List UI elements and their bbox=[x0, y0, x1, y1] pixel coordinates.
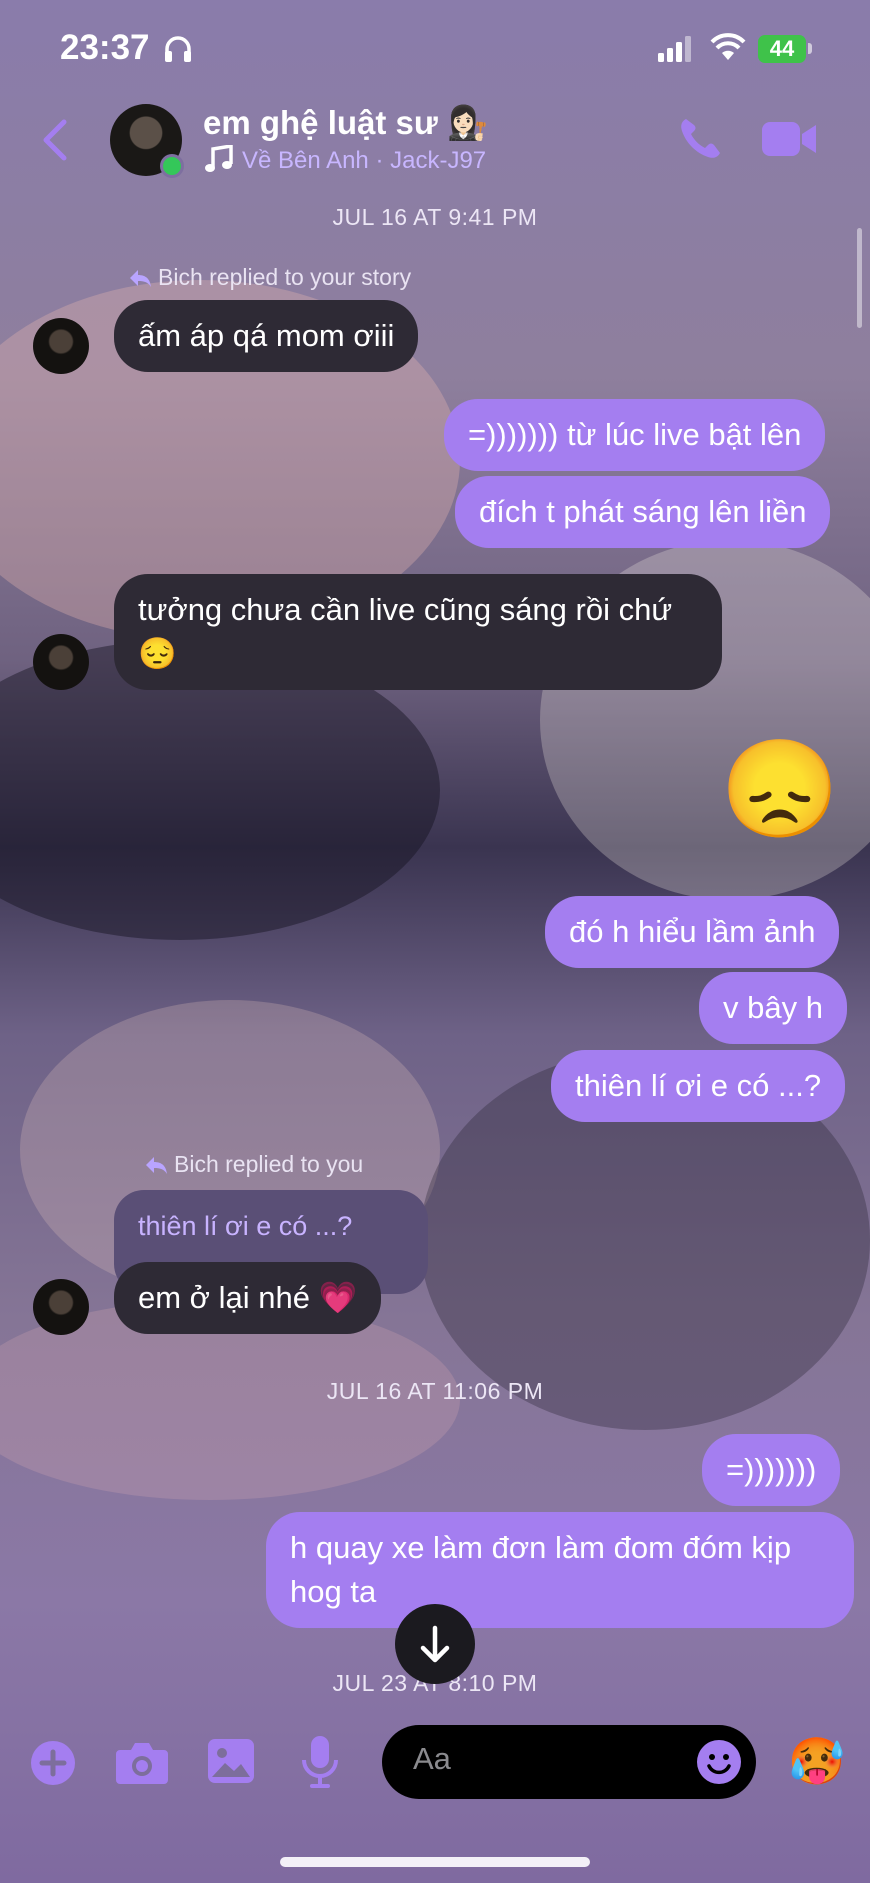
incoming-message[interactable]: em ở lại nhé 💗 bbox=[114, 1262, 382, 1334]
outgoing-message[interactable]: =))))))) bbox=[702, 1434, 841, 1506]
plus-icon[interactable] bbox=[30, 1740, 76, 1786]
message-line: 😔 bbox=[138, 636, 177, 671]
message-line: h quay xe làm đơn làm đom đóm kịp bbox=[290, 1530, 792, 1565]
quick-reaction-button[interactable]: 🥵 bbox=[788, 1735, 845, 1787]
outgoing-message[interactable]: =))))))) từ lúc live bật lên bbox=[444, 399, 826, 471]
contact-avatar-small[interactable] bbox=[33, 634, 89, 690]
message-input-placeholder: Aa bbox=[413, 1741, 451, 1776]
home-indicator bbox=[280, 1857, 590, 1867]
reply-arrow-icon bbox=[130, 270, 151, 287]
message-line: hog ta bbox=[290, 1574, 377, 1609]
arrow-down-icon bbox=[420, 1625, 450, 1663]
music-note-icon bbox=[205, 145, 233, 172]
contact-name[interactable]: em ghệ luật sư 👩🏻‍⚖️ bbox=[203, 104, 488, 143]
status-time: 23:37 bbox=[60, 28, 150, 67]
incoming-message[interactable]: tưởng chưa cần live cũng sáng rồi chứ 😔 bbox=[114, 574, 722, 690]
incoming-message[interactable]: ấm áp qá mom ơiii bbox=[114, 300, 419, 372]
timestamp: JUL 16 AT 9:41 PM bbox=[332, 204, 538, 230]
cellular-signal-icon bbox=[658, 36, 691, 62]
outgoing-message[interactable]: đó h hiểu lầm ảnh bbox=[545, 896, 840, 968]
reply-arrow-icon bbox=[146, 1157, 167, 1174]
message-line: tưởng chưa cần live cũng sáng rồi chứ bbox=[138, 592, 673, 627]
video-call-icon[interactable] bbox=[762, 120, 818, 158]
contact-avatar-small[interactable] bbox=[33, 1279, 89, 1335]
camera-icon[interactable] bbox=[116, 1740, 168, 1784]
outgoing-message[interactable]: v bây h bbox=[699, 972, 847, 1044]
outgoing-message[interactable]: đích t phát sáng lên liền bbox=[455, 476, 831, 548]
wifi-icon bbox=[710, 33, 746, 60]
outgoing-message[interactable]: thiên lí ơi e có ...? bbox=[551, 1050, 846, 1122]
battery-tip bbox=[808, 43, 812, 54]
microphone-icon[interactable] bbox=[302, 1736, 338, 1788]
photo-gallery-icon[interactable] bbox=[208, 1739, 254, 1783]
back-chevron-icon[interactable] bbox=[40, 118, 70, 162]
battery-indicator: 44 bbox=[758, 35, 806, 63]
online-status-dot bbox=[160, 154, 184, 178]
phone-call-icon[interactable] bbox=[676, 115, 724, 163]
timestamp: JUL 16 AT 11:06 PM bbox=[326, 1378, 544, 1404]
large-emoji-message[interactable]: 😞 bbox=[720, 740, 840, 840]
status-bar: 23:37 44 bbox=[0, 0, 870, 100]
emoji-sticker-icon[interactable] bbox=[696, 1739, 742, 1785]
contact-avatar-small[interactable] bbox=[33, 318, 89, 374]
scrollbar[interactable] bbox=[857, 228, 862, 328]
scroll-to-bottom-button[interactable] bbox=[395, 1604, 475, 1684]
now-playing-song[interactable]: Về Bên Anh · Jack-J97 bbox=[242, 147, 486, 175]
outgoing-message[interactable]: h quay xe làm đơn làm đom đóm kịp hog ta bbox=[266, 1512, 854, 1628]
reply-note: Bich replied to your story bbox=[128, 264, 411, 291]
headphones-icon bbox=[165, 36, 191, 62]
reply-note: Bich replied to you bbox=[144, 1151, 363, 1178]
